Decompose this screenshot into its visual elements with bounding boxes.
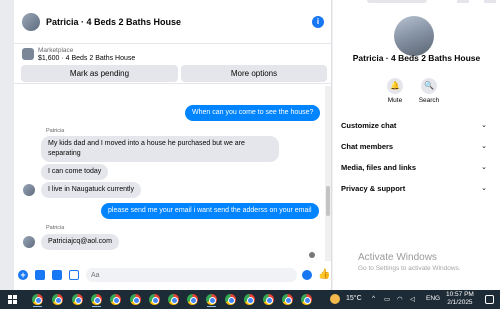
activate-windows-subtitle: Go to Settings to activate Windows.: [358, 265, 461, 272]
contact-avatar[interactable]: [22, 12, 40, 31]
notification-icon[interactable]: [485, 295, 494, 304]
sticker-icon[interactable]: [52, 270, 62, 280]
contact-avatar-small: [23, 236, 35, 248]
top-search-bar-edge[interactable]: [367, 0, 427, 3]
chrome-icon[interactable]: [52, 294, 63, 305]
active-app-indicator: [33, 306, 42, 307]
mark-as-pending-button[interactable]: Mark as pending: [21, 65, 178, 82]
top-menu-icon[interactable]: [457, 0, 469, 3]
network-icon[interactable]: ▭: [384, 295, 390, 303]
section-media-files-links[interactable]: Media, files and links ⌄: [341, 163, 487, 172]
search-icon[interactable]: 🔍: [421, 78, 437, 94]
file-explorer-icon[interactable]: [168, 294, 179, 305]
chrome-icon[interactable]: [282, 294, 293, 305]
message-incoming: I live in Naugatuck currently: [41, 182, 141, 198]
chrome-icon[interactable]: [32, 294, 43, 305]
chrome-icon[interactable]: [91, 294, 102, 305]
message-scrollbar[interactable]: [325, 86, 331, 261]
chevron-down-icon[interactable]: ⌄: [481, 121, 487, 130]
section-label: Media, files and links: [341, 163, 417, 172]
conversation-header: Patricia · 4 Beds 2 Baths House i: [14, 0, 332, 44]
chevron-down-icon[interactable]: ⌄: [481, 142, 487, 151]
section-label: Chat members: [341, 142, 394, 151]
conversation-panel: Patricia · 4 Beds 2 Baths House i Market…: [14, 0, 332, 290]
message-incoming: I can come today: [41, 164, 109, 180]
photo-icon[interactable]: [35, 270, 45, 280]
tray-overflow-icon[interactable]: ^: [372, 295, 375, 302]
listing-title[interactable]: $1,600 · 4 Beds 2 Baths House: [38, 55, 135, 62]
taskbar: 15°C ^ ▭ ◠ ◁ ENG 10:57 PM 2/1/2025: [0, 290, 500, 309]
chrome-icon[interactable]: [187, 294, 198, 305]
plus-icon[interactable]: +: [18, 270, 28, 280]
clock[interactable]: 10:57 PM 2/1/2025: [446, 291, 474, 307]
message-composer: + 👍: [14, 264, 332, 286]
chrome-icon[interactable]: [149, 294, 160, 305]
chrome-icon[interactable]: [263, 294, 274, 305]
section-label: Customize chat: [341, 121, 397, 130]
active-app-indicator: [207, 306, 216, 307]
language-indicator[interactable]: ENG: [426, 295, 440, 302]
mute-label: Mute: [387, 97, 403, 104]
chrome-icon[interactable]: [244, 294, 255, 305]
volume-icon[interactable]: ◁: [410, 295, 415, 303]
info-icon[interactable]: i: [312, 15, 324, 28]
section-privacy-support[interactable]: Privacy & support ⌄: [341, 184, 487, 193]
scroll-thumb[interactable]: [326, 186, 330, 216]
conversation-title[interactable]: Patricia · 4 Beds 2 Baths House: [46, 17, 312, 27]
wifi-icon[interactable]: ◠: [397, 295, 403, 303]
search-label: Search: [418, 97, 440, 104]
like-icon[interactable]: 👍: [318, 270, 330, 280]
sender-name: Patricia: [46, 128, 65, 134]
chrome-icon[interactable]: [206, 294, 217, 305]
marketplace-label: Marketplace: [38, 47, 74, 54]
chrome-icon[interactable]: [72, 294, 83, 305]
message-incoming: My kids dad and I moved into a house he …: [41, 136, 279, 162]
top-account-icon[interactable]: [484, 0, 496, 3]
gif-icon[interactable]: [69, 270, 79, 280]
chevron-down-icon[interactable]: ⌄: [481, 163, 487, 172]
message-outgoing: please send me your email i want send th…: [101, 203, 319, 219]
marketplace-banner: Marketplace $1,600 · 4 Beds 2 Baths Hous…: [14, 44, 332, 84]
left-sidebar-edge: [0, 0, 14, 290]
section-customize-chat[interactable]: Customize chat ⌄: [341, 121, 487, 130]
clock-time: 10:57 PM: [446, 291, 474, 298]
listing-thumbnail[interactable]: [22, 48, 34, 60]
message-input[interactable]: [86, 268, 297, 282]
windows-start-icon[interactable]: [8, 295, 17, 304]
message-incoming: Patriciajcq@aol.com: [41, 234, 119, 250]
chrome-icon[interactable]: [225, 294, 236, 305]
chrome-icon[interactable]: [301, 294, 312, 305]
weather-icon[interactable]: [330, 294, 340, 304]
emoji-icon[interactable]: [302, 270, 312, 280]
bell-icon[interactable]: 🔔: [387, 78, 403, 94]
mute-action[interactable]: 🔔 Mute: [382, 78, 408, 104]
active-app-indicator: [92, 306, 101, 307]
seen-indicator-avatar: [309, 252, 315, 258]
section-label: Privacy & support: [341, 184, 406, 193]
chrome-icon[interactable]: [130, 294, 141, 305]
contact-profile-picture[interactable]: [394, 16, 434, 56]
chevron-down-icon[interactable]: ⌄: [481, 184, 487, 193]
clock-date: 2/1/2025: [447, 299, 473, 306]
sender-name: Patricia: [46, 225, 65, 231]
weather-temperature[interactable]: 15°C: [346, 295, 362, 302]
contact-avatar-small: [23, 184, 35, 196]
details-title: Patricia · 4 Beds 2 Baths House: [352, 53, 481, 63]
search-action[interactable]: 🔍 Search: [416, 78, 442, 104]
activate-windows-title: Activate Windows: [358, 252, 437, 263]
chrome-icon[interactable]: [110, 294, 121, 305]
message-outgoing: When can you come to see the house?: [185, 105, 321, 121]
more-options-button[interactable]: More options: [181, 65, 327, 82]
section-chat-members[interactable]: Chat members ⌄: [341, 142, 487, 151]
